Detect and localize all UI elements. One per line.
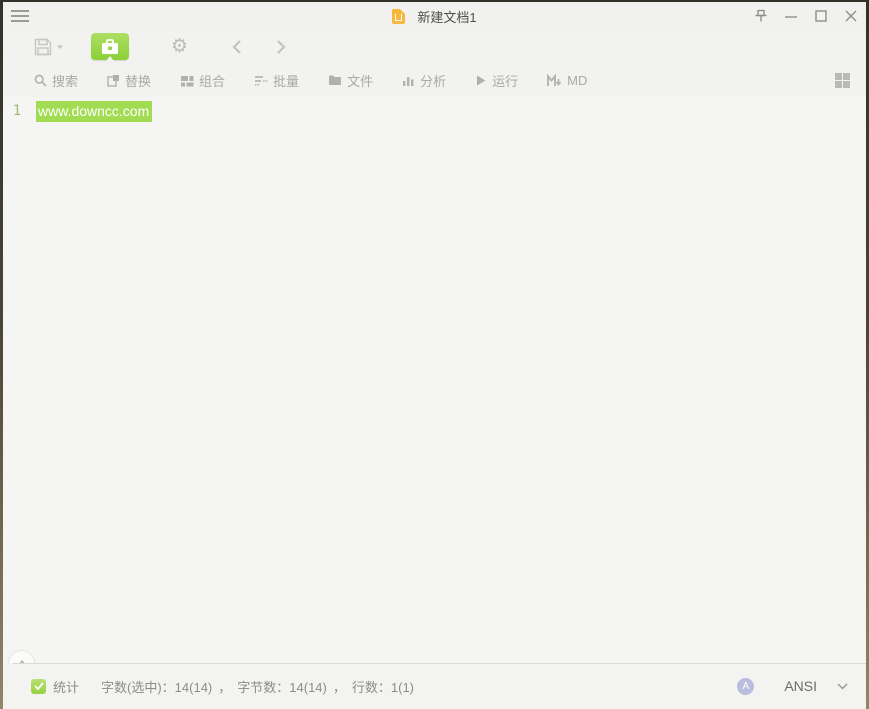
app-window: 新建文档1 bbox=[3, 2, 866, 709]
tool-markdown[interactable]: MD bbox=[547, 73, 587, 88]
tool-search[interactable]: 搜索 bbox=[34, 71, 78, 90]
tool-run[interactable]: 运行 bbox=[475, 71, 518, 90]
gear-icon: ⚙ bbox=[171, 36, 188, 57]
tool-group[interactable]: 组合 bbox=[180, 71, 225, 90]
word-count: 字数(选中)：14(14) bbox=[101, 677, 212, 696]
back-button[interactable] bbox=[230, 39, 244, 55]
line-count: 行数：1(1) bbox=[352, 677, 414, 696]
statusbar: 统计 字数(选中)：14(14) ， 字节数：14(14) ， 行数：1(1) … bbox=[3, 663, 866, 709]
window-controls bbox=[746, 2, 866, 30]
check-icon bbox=[34, 682, 44, 690]
chevron-up-icon bbox=[16, 660, 28, 664]
encoding-badge[interactable]: A bbox=[737, 678, 754, 695]
toolbox-icon bbox=[100, 38, 120, 56]
markdown-icon bbox=[547, 74, 562, 87]
selected-text[interactable]: www.downcc.com bbox=[36, 101, 152, 122]
menu-hamburger-icon[interactable] bbox=[3, 2, 37, 30]
statusbar-divider bbox=[13, 663, 866, 664]
editor-line: 1 www.downcc.com bbox=[3, 100, 866, 122]
settings-button[interactable]: ⚙ bbox=[171, 37, 188, 56]
chevron-left-icon bbox=[230, 39, 244, 55]
group-icon bbox=[180, 74, 194, 87]
minimize-icon[interactable] bbox=[776, 2, 806, 30]
tool-batch[interactable]: 批量 bbox=[254, 71, 299, 90]
save-icon bbox=[33, 37, 53, 57]
run-icon bbox=[475, 74, 487, 87]
toolbar-main: ⚙ bbox=[3, 30, 866, 63]
maximize-icon[interactable] bbox=[806, 2, 836, 30]
scroll-top-button[interactable] bbox=[8, 650, 35, 663]
separator: ， bbox=[218, 677, 231, 696]
file-icon bbox=[328, 74, 342, 86]
forward-button[interactable] bbox=[274, 39, 288, 55]
stats-checkbox[interactable] bbox=[31, 679, 46, 694]
line-number: 1 bbox=[3, 103, 31, 119]
separator: ， bbox=[333, 677, 346, 696]
workspace-button[interactable] bbox=[91, 33, 129, 60]
close-icon[interactable] bbox=[836, 2, 866, 30]
encoding-group: A ANSI bbox=[737, 678, 848, 695]
title-group: 新建文档1 bbox=[3, 2, 866, 30]
batch-icon bbox=[254, 74, 268, 87]
save-button[interactable] bbox=[33, 37, 64, 57]
tool-replace[interactable]: 替换 bbox=[107, 71, 151, 90]
stats-label: 统计 bbox=[53, 677, 79, 696]
tool-file[interactable]: 文件 bbox=[328, 71, 373, 90]
layout-grid-icon[interactable] bbox=[835, 73, 850, 88]
replace-icon bbox=[107, 74, 120, 87]
tool-analyze[interactable]: 分析 bbox=[402, 71, 446, 90]
byte-count: 字节数：14(14) bbox=[237, 677, 327, 696]
toolbar-secondary: 搜索 替换 组合 批量 文件 bbox=[3, 63, 866, 97]
stats-values: 字数(选中)：14(14) ， 字节数：14(14) ， 行数：1(1) bbox=[101, 677, 414, 696]
save-dropdown-caret-icon bbox=[56, 43, 64, 51]
chevron-down-icon[interactable] bbox=[837, 683, 848, 690]
search-icon bbox=[34, 74, 47, 87]
encoding-selector[interactable]: ANSI bbox=[784, 678, 817, 694]
analyze-icon bbox=[402, 74, 415, 87]
window-title: 新建文档1 bbox=[417, 7, 476, 26]
chevron-right-icon bbox=[274, 39, 288, 55]
document-icon bbox=[392, 9, 405, 24]
titlebar: 新建文档1 bbox=[3, 2, 866, 30]
pin-icon[interactable] bbox=[746, 2, 776, 30]
editor-area[interactable]: 1 www.downcc.com bbox=[3, 97, 866, 663]
